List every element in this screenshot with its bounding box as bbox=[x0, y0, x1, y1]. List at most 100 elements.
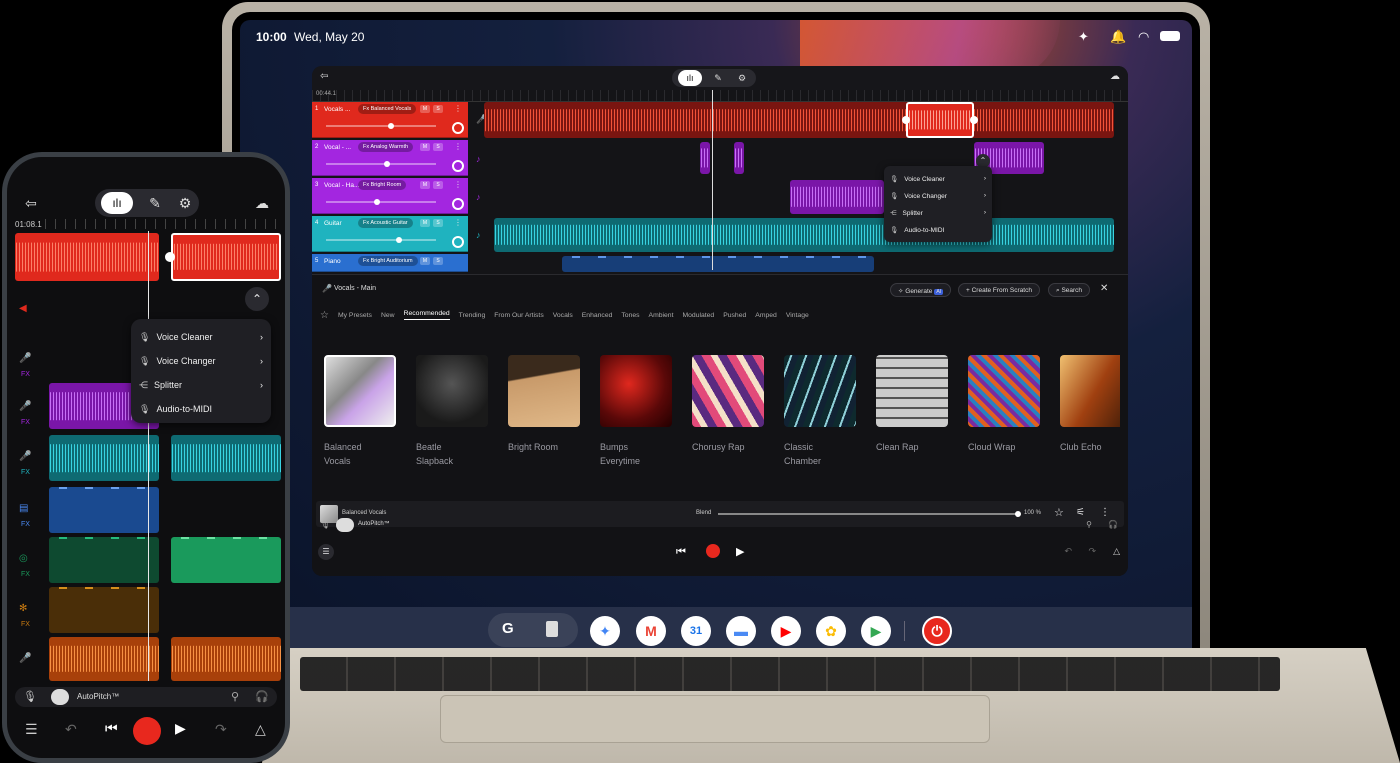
solo-button[interactable]: S bbox=[433, 105, 443, 113]
preset-card[interactable]: Balanced Vocals bbox=[324, 355, 398, 468]
gemini-icon[interactable]: ✦ bbox=[590, 616, 620, 646]
track-header-1[interactable]: 1 Vocals ... Fx Balanced Vocals M S ⋮ bbox=[312, 102, 468, 138]
preset-card[interactable]: Cloud Wrap bbox=[968, 355, 1042, 454]
volume-slider[interactable] bbox=[326, 161, 436, 167]
more-icon[interactable]: ⋮ bbox=[454, 142, 462, 151]
clip-handle-left[interactable] bbox=[902, 116, 910, 124]
preset-card[interactable]: Bright Room bbox=[508, 355, 582, 454]
play-icon[interactable]: ▶ bbox=[736, 545, 744, 558]
cloud-upload-icon[interactable]: ☁ bbox=[255, 195, 269, 212]
drum-clip[interactable] bbox=[49, 587, 159, 633]
settings-icon[interactable]: ⚙ bbox=[734, 70, 750, 86]
fx-icon[interactable]: FX bbox=[21, 571, 30, 578]
menu-voice-changer[interactable]: 🎙 Voice Changer › bbox=[890, 187, 986, 204]
tab-my-presets[interactable]: My Presets bbox=[338, 312, 372, 319]
menu-audio-to-midi[interactable]: 🎙 Audio-to-MIDI bbox=[139, 397, 263, 421]
waveform-mode-icon[interactable]: ılı bbox=[678, 70, 702, 86]
mute-button[interactable]: M bbox=[420, 105, 430, 113]
search-button[interactable]: ⌕ Search bbox=[1048, 283, 1091, 297]
solo-button[interactable]: S bbox=[433, 219, 443, 227]
undo-icon[interactable]: ↶ bbox=[65, 721, 77, 738]
mic-icon[interactable]: 🎙 bbox=[23, 690, 37, 703]
tab-trending[interactable]: Trending bbox=[459, 312, 486, 319]
menu-voice-cleaner[interactable]: 🎙 Voice Cleaner › bbox=[890, 170, 986, 187]
back-icon[interactable]: ⇦ bbox=[320, 71, 328, 82]
track-header-3[interactable]: 3 Vocal - Ha... Fx Bright Room M S ⋮ bbox=[312, 178, 468, 214]
close-icon[interactable]: ✕ bbox=[1100, 283, 1108, 294]
record-button[interactable] bbox=[706, 544, 720, 558]
track-header-5[interactable]: 5 Piano Fx Bright Auditorium M S bbox=[312, 254, 468, 272]
tab-recommended[interactable]: Recommended bbox=[403, 310, 450, 320]
blend-slider[interactable] bbox=[718, 511, 1021, 517]
playhead[interactable] bbox=[712, 90, 713, 270]
wand-icon[interactable]: ⚲ bbox=[1086, 520, 1092, 529]
mute-button[interactable]: M bbox=[420, 181, 430, 189]
audio-clip[interactable] bbox=[49, 637, 159, 681]
menu-voice-changer[interactable]: 🎙 Voice Changer › bbox=[139, 349, 263, 373]
preset-card[interactable]: Clean Rap bbox=[876, 355, 950, 454]
midi-clip[interactable] bbox=[562, 256, 874, 272]
volume-slider[interactable] bbox=[326, 199, 436, 205]
timeline-ruler[interactable]: 00:44.1 bbox=[312, 90, 1128, 102]
redo-icon[interactable]: ↷ bbox=[215, 721, 227, 738]
preset-card[interactable]: Classic Chamber bbox=[784, 355, 858, 468]
clip-handle-right[interactable] bbox=[970, 116, 978, 124]
preset-card[interactable]: Club Echo bbox=[1060, 355, 1120, 454]
launcher-pill[interactable]: G bbox=[488, 613, 578, 647]
playhead[interactable] bbox=[148, 231, 149, 681]
volume-slider[interactable] bbox=[326, 237, 436, 243]
selected-clip[interactable] bbox=[906, 102, 974, 138]
file-icon[interactable] bbox=[546, 621, 558, 637]
battery-icon[interactable] bbox=[1160, 31, 1180, 41]
create-from-scratch-button[interactable]: + Create From Scratch bbox=[958, 283, 1040, 297]
photos-icon[interactable]: ✿ bbox=[816, 616, 846, 646]
pan-knob[interactable] bbox=[452, 236, 464, 248]
more-icon[interactable]: ⋮ bbox=[454, 180, 462, 189]
autopitch-button[interactable]: AutoPitch™ bbox=[358, 521, 390, 527]
fx-icon[interactable]: FX bbox=[21, 469, 30, 476]
mute-button[interactable]: M bbox=[420, 257, 430, 265]
google-icon[interactable]: G bbox=[502, 620, 514, 637]
mixer-icon[interactable]: ☰ bbox=[25, 721, 38, 738]
selected-clip[interactable] bbox=[171, 233, 281, 281]
audio-clip[interactable] bbox=[171, 435, 281, 481]
waveform-mode-icon[interactable]: ılı bbox=[101, 192, 133, 214]
headphones-icon[interactable]: 🎧 bbox=[255, 690, 269, 703]
audio-clip[interactable] bbox=[171, 637, 281, 681]
tab-pushed[interactable]: Pushed bbox=[723, 312, 746, 319]
wand-icon[interactable]: ⚲ bbox=[231, 690, 239, 703]
pan-knob[interactable] bbox=[452, 160, 464, 172]
pen-mode-icon[interactable]: ✎ bbox=[147, 195, 163, 211]
mic-icon[interactable]: 🎙 bbox=[320, 520, 330, 529]
audio-clip[interactable] bbox=[49, 435, 159, 481]
fx-icon[interactable]: FX bbox=[21, 621, 30, 628]
youtube-icon[interactable]: ▶ bbox=[771, 616, 801, 646]
timeline-ruler[interactable] bbox=[45, 219, 277, 229]
menu-splitter[interactable]: ⋲ Splitter › bbox=[139, 373, 263, 397]
metronome-icon[interactable]: △ bbox=[1113, 546, 1120, 557]
star-icon[interactable]: ☆ bbox=[320, 310, 329, 321]
track-header-2[interactable]: 2 Vocal - ... Fx Analog Warmth M S ⋮ bbox=[312, 140, 468, 176]
settings-icon[interactable]: ⚙ bbox=[177, 195, 193, 211]
menu-voice-cleaner[interactable]: 🎙 Voice Cleaner › bbox=[139, 325, 263, 349]
preset-card[interactable]: Bumps Everytime bbox=[600, 355, 674, 468]
tab-vocals[interactable]: Vocals bbox=[553, 312, 573, 319]
avatar[interactable] bbox=[51, 689, 69, 705]
skip-back-icon[interactable]: ⏮ bbox=[105, 720, 118, 737]
tab-amped[interactable]: Amped bbox=[755, 312, 777, 319]
play-store-icon[interactable]: ▶ bbox=[861, 616, 891, 646]
tab-ambient[interactable]: Ambient bbox=[649, 312, 674, 319]
audio-clip[interactable] bbox=[734, 142, 744, 174]
undo-icon[interactable]: ↶ bbox=[1064, 546, 1072, 557]
solo-button[interactable]: S bbox=[433, 257, 443, 265]
pan-knob[interactable] bbox=[452, 198, 464, 210]
tab-enhanced[interactable]: Enhanced bbox=[582, 312, 613, 319]
back-icon[interactable]: ⇦ bbox=[25, 195, 37, 212]
volume-slider[interactable] bbox=[326, 123, 436, 129]
tab-tones[interactable]: Tones bbox=[621, 312, 639, 319]
track-fx-preset[interactable]: Fx Bright Auditorium bbox=[358, 256, 418, 266]
fx-icon[interactable]: FX bbox=[21, 371, 30, 378]
track-header-4[interactable]: 4 Guitar Fx Acoustic Guitar M S ⋮ bbox=[312, 216, 468, 252]
skip-back-icon[interactable]: ⏮ bbox=[676, 546, 686, 559]
solo-button[interactable]: S bbox=[433, 143, 443, 151]
